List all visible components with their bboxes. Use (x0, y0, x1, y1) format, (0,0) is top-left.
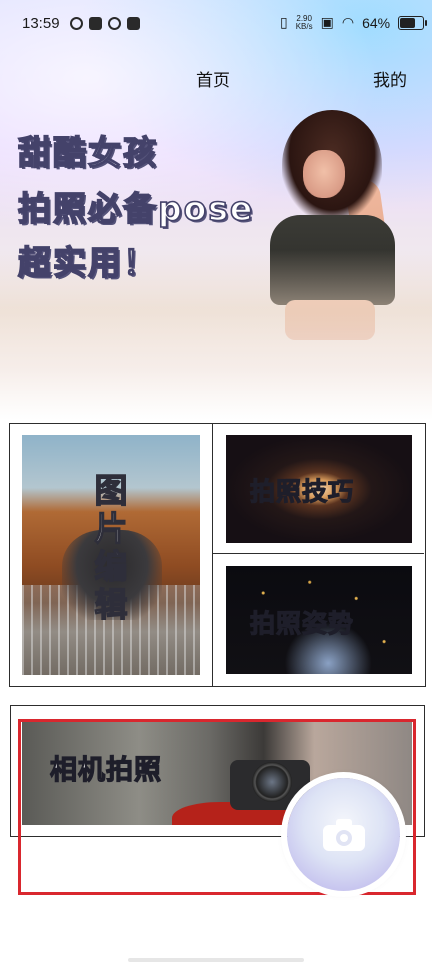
hero-headline-line3: 超实用！ (17, 242, 158, 283)
image-edit-char: 编 (94, 547, 128, 586)
app-notification-icon (70, 17, 83, 30)
system-icons: ▯ 2.90 KB/s ▣ ◠ 64% (280, 14, 428, 31)
status-time: 13:59 (22, 15, 60, 32)
sim-icon: ▣ (320, 14, 334, 30)
image-edit-char: 图 (94, 471, 128, 510)
photo-tips-label: 拍照技巧 (249, 476, 355, 506)
image-edit-label: 图 片 编 辑 (88, 471, 134, 624)
image-edit-char: 片 (94, 509, 128, 548)
battery-fill (400, 17, 416, 28)
vibrate-icon: ▯ (280, 14, 288, 30)
hero-model-face (303, 150, 345, 198)
settings-icon (108, 17, 121, 30)
image-edit-char: 辑 (94, 585, 128, 624)
grid-divider-vertical (212, 423, 213, 687)
nav-home-tab[interactable]: 首页 (196, 66, 230, 91)
hero-headline-line2: 拍照必备pose (17, 188, 255, 229)
grid-divider-horizontal (213, 553, 424, 554)
camera-button[interactable] (287, 778, 400, 891)
message-icon (127, 17, 140, 30)
home-indicator[interactable] (128, 958, 304, 962)
hero-headline-line1: 甜酷女孩 (17, 132, 158, 173)
notification-icons (70, 17, 140, 30)
net-speed: 2.90 KB/s (295, 14, 313, 31)
photo-pose-label: 拍照姿势 (249, 608, 355, 638)
camera-icon (322, 818, 365, 851)
battery-percent: 64% (362, 14, 391, 31)
nav-mine-tab[interactable]: 我的 (373, 66, 407, 91)
wifi-icon: ◠ (341, 14, 355, 30)
battery-icon (398, 15, 428, 30)
net-speed-unit: KB/s (295, 21, 313, 31)
tiktok-icon (89, 17, 102, 30)
status-bar: 13:59 ▯ 2.90 KB/s ▣ ◠ 64% (0, 0, 432, 52)
